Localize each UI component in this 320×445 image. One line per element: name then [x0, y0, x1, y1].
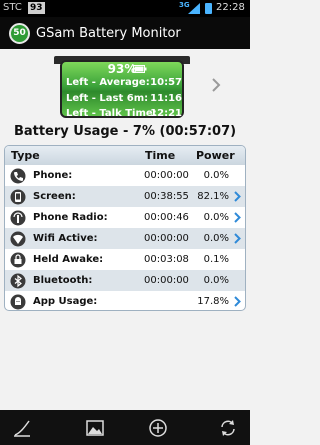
mini-battery-icon [133, 65, 147, 73]
row-name: Held Awake: [33, 254, 104, 265]
battery-row-value: 10:57 [150, 77, 182, 88]
battery-percent: 93% [60, 62, 184, 76]
usage-table: Type Time Power Phone: 00:00:00 0.0% Scr… [4, 145, 246, 311]
table-row[interactable]: Phone: 00:00:00 0.0% [5, 165, 245, 186]
lock-icon [10, 252, 26, 268]
chevron-right-icon[interactable] [234, 212, 241, 223]
refresh-icon[interactable] [218, 418, 238, 438]
battery-row-label: Left - Last 6m: [66, 93, 149, 104]
bluetooth-icon [10, 273, 26, 289]
clock: 22:28 [216, 2, 245, 13]
header-time: Time [145, 149, 176, 162]
row-time: 00:00:00 [144, 275, 189, 286]
row-name: Bluetooth: [33, 275, 93, 286]
row-power: 0.1% [203, 254, 229, 265]
row-power: 82.1% [197, 191, 229, 202]
signal-icon [188, 3, 200, 14]
action-bar: 50 GSam Battery Monitor [0, 17, 250, 49]
radio-icon [10, 210, 26, 226]
notification-badge: 93 [28, 2, 45, 14]
screen-icon [10, 189, 26, 205]
wifi-icon [10, 231, 26, 247]
phone-icon [10, 168, 26, 184]
row-name: Phone Radio: [33, 212, 108, 223]
battery-status-icon [205, 3, 212, 14]
chevron-right-icon[interactable] [210, 77, 222, 93]
row-name: Wifi Active: [33, 233, 98, 244]
table-header: Type Time Power [5, 146, 245, 165]
table-row[interactable]: Bluetooth: 00:00:00 0.0% [5, 270, 245, 291]
status-bar: STC 93 3G 22:28 [0, 0, 250, 17]
row-name: Screen: [33, 191, 76, 202]
table-row[interactable]: Screen: 00:38:55 82.1% [5, 186, 245, 207]
row-time: 00:38:55 [144, 191, 189, 202]
header-power: Power [196, 149, 235, 162]
battery-row-value: 11:16 [150, 93, 182, 104]
app-icon [10, 294, 26, 310]
table-row[interactable]: Held Awake: 00:03:08 0.1% [5, 249, 245, 270]
row-power: 0.0% [203, 275, 229, 286]
chevron-right-icon[interactable] [234, 296, 241, 307]
row-name: App Usage: [33, 296, 98, 307]
table-row[interactable]: App Usage: 17.8% [5, 291, 245, 310]
battery-row-label: Left - Talk Time: [66, 108, 157, 119]
row-name: Phone: [33, 170, 73, 181]
battery-row-label: Left - Average: [66, 77, 150, 88]
row-power: 0.0% [203, 212, 229, 223]
carrier-label: STC [3, 2, 22, 13]
row-power: 0.0% [203, 233, 229, 244]
row-power: 17.8% [197, 296, 229, 307]
graph-icon[interactable] [12, 418, 32, 438]
app-logo[interactable]: 50 [9, 23, 30, 44]
row-time: 00:03:08 [144, 254, 189, 265]
chevron-right-icon[interactable] [234, 233, 241, 244]
row-time: 00:00:46 [144, 212, 189, 223]
row-power: 0.0% [203, 170, 229, 181]
image-icon[interactable] [85, 418, 105, 438]
table-row[interactable]: Phone Radio: 00:00:46 0.0% [5, 207, 245, 228]
table-row[interactable]: Wifi Active: 00:00:00 0.0% [5, 228, 245, 249]
battery-row-value: 12:21 [150, 108, 182, 119]
row-time: 00:00:00 [144, 233, 189, 244]
app-title: GSam Battery Monitor [36, 26, 181, 41]
chevron-right-icon[interactable] [234, 191, 241, 202]
usage-title: Battery Usage - 7% (00:57:07) [13, 124, 237, 139]
header-type: Type [11, 149, 40, 162]
add-icon[interactable] [148, 418, 168, 438]
bottom-toolbar [0, 410, 250, 445]
row-time: 00:00:00 [144, 170, 189, 181]
